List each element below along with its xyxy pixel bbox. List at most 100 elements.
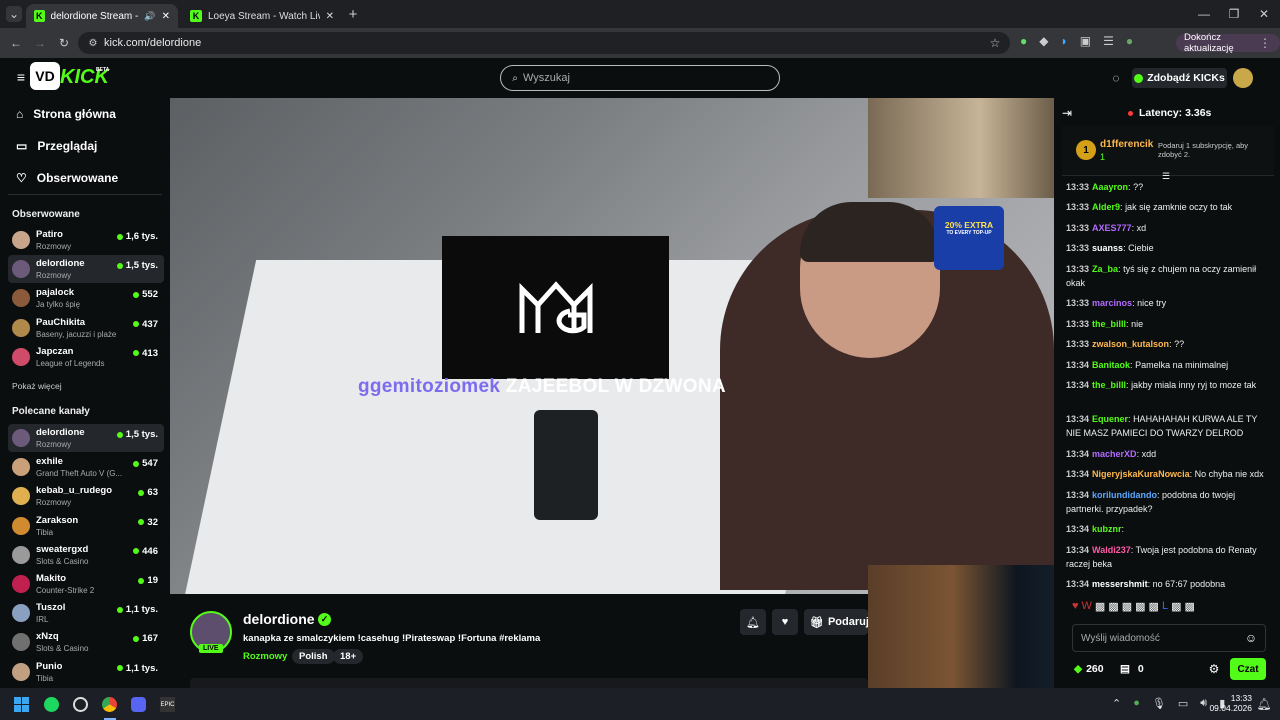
tab-search-icon[interactable]: ⌄ — [6, 6, 22, 22]
site-info-icon[interactable]: ⚙ — [86, 36, 100, 50]
sidebar-channel-japczan[interactable]: Japczan League of Legends 413 — [8, 343, 164, 371]
tag-polish[interactable]: Polish — [292, 649, 335, 664]
discord-icon[interactable] — [131, 697, 146, 712]
sidebar-channel-xnzq[interactable]: xNzq Slots & Casino 167 — [8, 628, 164, 656]
sidebar-channel-pauchikita[interactable]: PauChikita Baseny, jacuzzi i plaże 437 — [8, 314, 164, 342]
minimize-icon[interactable]: — — [1196, 7, 1212, 21]
volume-icon[interactable]: 🔊︎ — [1200, 697, 1207, 710]
pinned-username[interactable]: d1fferencik — [1100, 139, 1153, 150]
nav-home[interactable]: ⌂ Strona główna — [16, 107, 116, 121]
notification-center-icon[interactable]: 🔔︎ — [1256, 697, 1271, 711]
profile-avatar-icon[interactable]: ● — [1126, 34, 1133, 48]
tray-app-icon[interactable]: ● — [1133, 697, 1140, 710]
gift-counter[interactable]: ▤ 0 — [1120, 663, 1144, 675]
chat-username[interactable]: Equener — [1092, 414, 1128, 424]
sidebar-channel-delordione[interactable]: delordione Rozmowy 1,5 tys. — [8, 255, 164, 284]
chat-settings-gear-icon[interactable]: ⚙ — [1208, 662, 1220, 676]
channel-points[interactable]: ◆ 260 — [1074, 663, 1104, 675]
media-control-icon[interactable]: ☰ — [1103, 34, 1114, 48]
emote-icon[interactable]: L — [1162, 600, 1168, 618]
new-tab-icon[interactable]: + — [346, 6, 360, 23]
emote-icon[interactable]: ▩ — [1095, 600, 1105, 618]
nav-following[interactable]: ♡ Obserwowane — [16, 171, 118, 185]
emote-icon[interactable]: ▩ — [1108, 600, 1118, 618]
emoji-icon[interactable]: ☺ — [1245, 631, 1257, 645]
chat-username[interactable]: suanss — [1092, 243, 1123, 253]
restore-icon[interactable]: ❐ — [1226, 7, 1242, 21]
chat-username[interactable]: macherXD — [1092, 449, 1137, 459]
tab-loeya[interactable]: K Loeya Stream - Watch Live on K ✕ — [182, 4, 342, 28]
show-more-link[interactable]: Pokaż więcej — [12, 381, 62, 391]
tab-close-icon[interactable]: ✕ — [326, 11, 334, 22]
browser-menu-icon[interactable]: ⋮ — [1259, 35, 1271, 51]
collapse-chat-icon[interactable]: ⇥ — [1060, 106, 1074, 120]
bookmark-star-icon[interactable]: ☆ — [988, 36, 1002, 50]
follow-button[interactable]: ♥ — [772, 609, 798, 635]
chat-message-input[interactable]: Wyślij wiadomość ☺ — [1072, 624, 1266, 652]
sidebar-channel-pajalock[interactable]: pajalock Ja tylko śpię 552 — [8, 284, 164, 312]
emote-icon[interactable]: ▩ — [1184, 600, 1194, 618]
notification-bell-button[interactable]: 🔔︎ — [740, 609, 766, 635]
user-avatar[interactable] — [1233, 68, 1253, 88]
forward-icon[interactable]: → — [32, 35, 48, 51]
sidebar-channel-makito[interactable]: Makito Counter-Strike 2 19 — [8, 570, 164, 598]
extension-icon[interactable]: ◗ — [1060, 34, 1067, 48]
chat-username[interactable]: messershmit — [1092, 579, 1148, 589]
get-kicks-button[interactable]: Zdobądź KICKs — [1132, 68, 1227, 88]
chat-username[interactable]: Aaayron — [1092, 182, 1128, 192]
epic-games-icon[interactable]: EPIC — [160, 697, 175, 712]
tab-delordione[interactable]: K delordione Stream - Watch 🔊 ✕ — [26, 4, 178, 28]
emote-icon[interactable]: W — [1082, 600, 1092, 618]
tab-close-icon[interactable]: ✕ — [162, 11, 170, 22]
hamburger-menu-icon[interactable]: ≡ — [14, 69, 28, 85]
display-icon[interactable]: ▭ — [1178, 697, 1188, 710]
windows-start-icon[interactable] — [14, 697, 29, 712]
chat-username[interactable]: Waldi237 — [1092, 545, 1131, 555]
emote-icon[interactable]: ♥ — [1072, 600, 1079, 618]
sidebar-channel-delordione[interactable]: delordione Rozmowy 1,5 tys. — [8, 424, 164, 452]
back-icon[interactable]: ← — [8, 35, 24, 51]
chat-username[interactable]: korilundidando — [1092, 490, 1157, 500]
search-input[interactable]: ⌕ Wyszukaj — [500, 65, 780, 91]
speaker-icon[interactable]: 🔊 — [144, 11, 155, 22]
emote-icon[interactable]: ▩ — [1122, 600, 1132, 618]
chat-username[interactable]: NigeryjskaKuraNowcia — [1092, 469, 1190, 479]
gift-sub-button[interactable]: 🎁︎ Podaruj — [804, 609, 869, 635]
chrome-icon[interactable] — [102, 697, 117, 712]
chat-username[interactable]: Alder9 — [1092, 202, 1120, 212]
extension-icon[interactable]: ● — [1020, 34, 1027, 48]
chat-username[interactable]: the_billl — [1092, 319, 1126, 329]
spotify-icon[interactable] — [44, 697, 59, 712]
notifications-icon[interactable]: ◌ — [1108, 70, 1124, 86]
streamer-name[interactable]: delordione — [243, 611, 315, 627]
microphone-icon[interactable]: 🎙︎ — [1152, 697, 1166, 710]
emote-icon[interactable]: ▩ — [1149, 600, 1159, 618]
chat-username[interactable]: Banitaok — [1092, 360, 1130, 370]
chat-username[interactable]: kubznr — [1092, 524, 1122, 534]
emote-icon[interactable]: ▩ — [1171, 600, 1181, 618]
reload-icon[interactable]: ↻ — [56, 35, 72, 51]
sidebar-channel-punio[interactable]: Punio Tibia 1,1 tys. — [8, 658, 164, 686]
pinned-gift-text[interactable]: Podaruj 1 subskrypcję, aby zdobyć 2. — [1158, 141, 1266, 159]
extensions-puzzle-icon[interactable]: ▣ — [1080, 34, 1091, 48]
nav-browse[interactable]: ▭ Przeglądaj — [16, 139, 97, 153]
app-icon[interactable] — [73, 697, 88, 712]
sidebar-channel-kebab_u_rudego[interactable]: kebab_u_rudego Rozmowy 63 — [8, 482, 164, 510]
chat-username[interactable]: Za_ba — [1092, 264, 1118, 274]
chat-username[interactable]: AXES777 — [1092, 223, 1132, 233]
sidebar-channel-tuszol[interactable]: Tuszol IRL 1,1 tys. — [8, 599, 164, 627]
sidebar-channel-sweatergxd[interactable]: sweatergxd Slots & Casino 446 — [8, 541, 164, 569]
chat-username[interactable]: marcinos — [1092, 298, 1132, 308]
close-window-icon[interactable]: ✕ — [1256, 7, 1272, 21]
sidebar-channel-zarakson[interactable]: Zarakson Tibia 32 — [8, 512, 164, 540]
url-field[interactable]: ⚙ kick.com/delordione ☆ — [78, 32, 1010, 54]
tray-chevron-icon[interactable]: ⌃ — [1112, 697, 1121, 710]
sidebar-channel-patiro[interactable]: Patiro Rozmowy 1,6 tys. — [8, 226, 164, 254]
clock[interactable]: 13:33 09.04.2026 — [1208, 693, 1252, 713]
tag-18plus[interactable]: 18+ — [333, 649, 364, 664]
stream-category-link[interactable]: Rozmowy — [243, 651, 287, 662]
chat-username[interactable]: the_billl — [1092, 380, 1126, 390]
chat-username[interactable]: zwalson_kutalson — [1092, 339, 1169, 349]
emote-icon[interactable]: ▩ — [1135, 600, 1145, 618]
extension-icon[interactable]: ◆ — [1039, 34, 1048, 48]
